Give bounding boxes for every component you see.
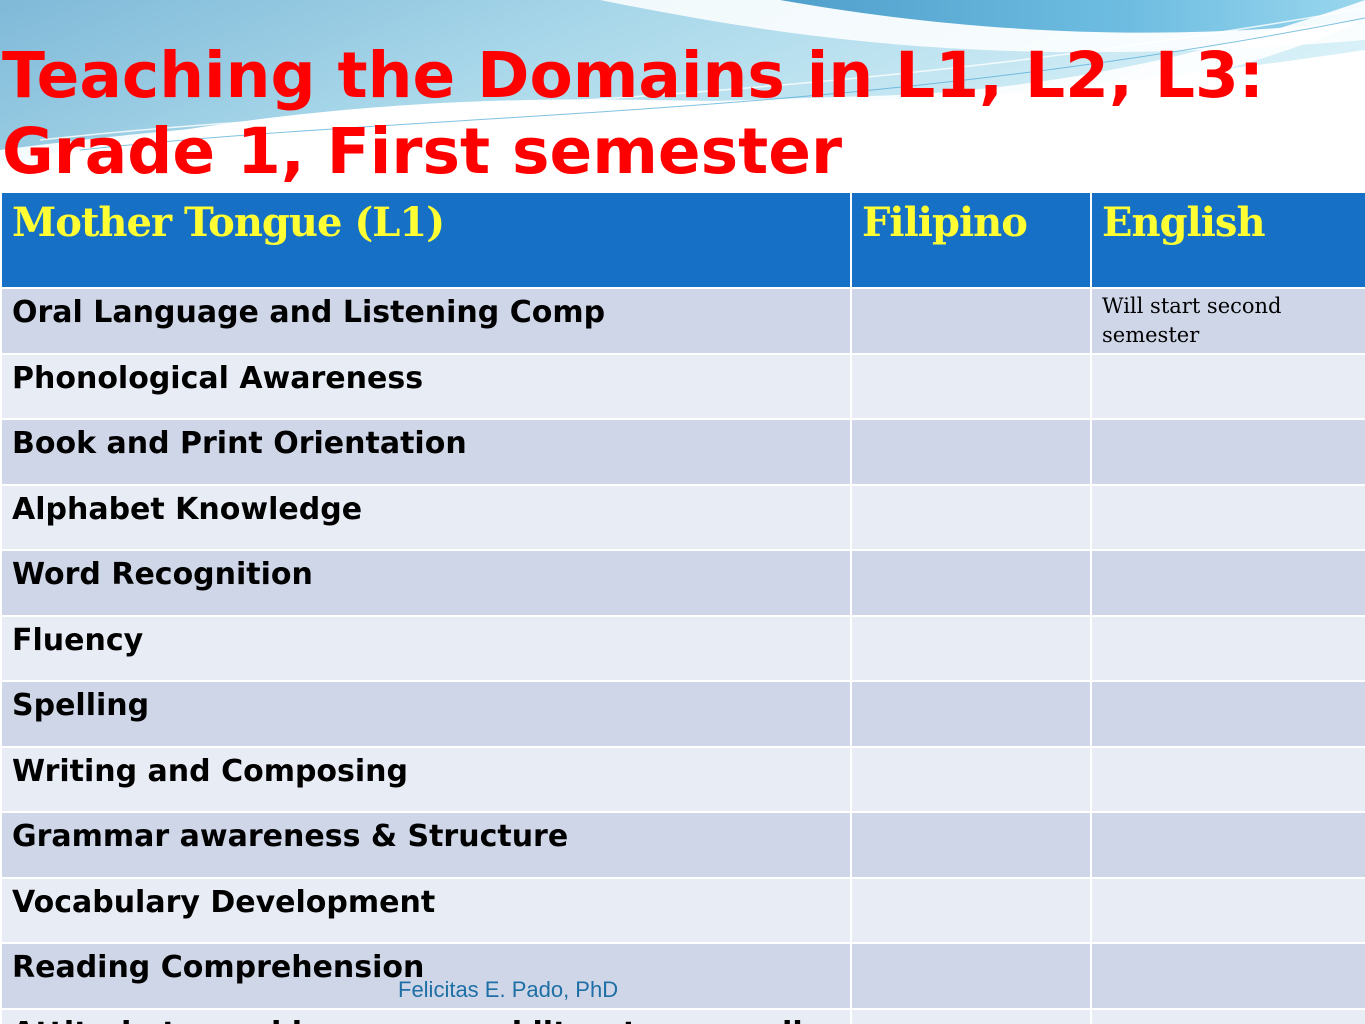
filipino-cell bbox=[850, 352, 1092, 420]
domain-cell: Writing and Composing bbox=[0, 745, 852, 813]
filipino-cell bbox=[850, 418, 1092, 486]
english-cell bbox=[1090, 680, 1365, 748]
table-row: Word Recognition bbox=[0, 549, 1365, 617]
filipino-cell bbox=[850, 811, 1092, 879]
filipino-cell bbox=[850, 876, 1092, 944]
header-mother-tongue: Mother Tongue (L1) bbox=[0, 191, 852, 289]
header-english: English bbox=[1090, 191, 1365, 289]
table-row: Reading Comprehension bbox=[0, 942, 1365, 1010]
table-row: Book and Print Orientation bbox=[0, 418, 1365, 486]
english-cell bbox=[1090, 418, 1365, 486]
english-cell bbox=[1090, 352, 1365, 420]
english-cell bbox=[1090, 483, 1365, 551]
slide-title: Teaching the Domains in L1, L2, L3: Grad… bbox=[2, 38, 1362, 190]
domain-cell: Grammar awareness & Structure bbox=[0, 811, 852, 879]
filipino-cell bbox=[850, 287, 1092, 355]
domain-cell: Vocabulary Development bbox=[0, 876, 852, 944]
footer-author: Felicitas E. Pado, PhD bbox=[398, 977, 619, 1002]
domains-table: Mother Tongue (L1) Filipino English Oral… bbox=[0, 191, 1365, 1024]
filipino-cell bbox=[850, 942, 1092, 1010]
english-cell bbox=[1090, 1007, 1365, 1024]
english-cell bbox=[1090, 549, 1365, 617]
filipino-cell bbox=[850, 1007, 1092, 1024]
domain-cell: Attitude toward language and literature,… bbox=[0, 1007, 852, 1024]
english-cell bbox=[1090, 876, 1365, 944]
header-filipino: Filipino bbox=[850, 191, 1092, 289]
filipino-cell bbox=[850, 680, 1092, 748]
filipino-cell bbox=[850, 483, 1092, 551]
filipino-cell bbox=[850, 549, 1092, 617]
title-line-1: Teaching the Domains in L1, L2, L3: bbox=[2, 39, 1264, 112]
domain-cell: Fluency bbox=[0, 614, 852, 682]
filipino-cell bbox=[850, 614, 1092, 682]
domain-cell: Word Recognition bbox=[0, 549, 852, 617]
english-cell bbox=[1090, 745, 1365, 813]
domain-cell: Phonological Awareness bbox=[0, 352, 852, 420]
table-row: Phonological Awareness bbox=[0, 352, 1365, 420]
table-row: Spelling bbox=[0, 680, 1365, 748]
english-cell bbox=[1090, 811, 1365, 879]
english-cell: Will start second semester bbox=[1090, 287, 1365, 355]
table-row: Fluency bbox=[0, 614, 1365, 682]
table-row: Alphabet Knowledge bbox=[0, 483, 1365, 551]
table-header-row: Mother Tongue (L1) Filipino English bbox=[0, 191, 1365, 289]
filipino-cell bbox=[850, 745, 1092, 813]
title-line-2: Grade 1, First semester bbox=[2, 115, 843, 188]
table-row: Writing and Composing bbox=[0, 745, 1365, 813]
domain-cell: Oral Language and Listening Comp bbox=[0, 287, 852, 355]
table-row: Grammar awareness & Structure bbox=[0, 811, 1365, 879]
english-cell bbox=[1090, 614, 1365, 682]
table-row: Attitude toward language and literature,… bbox=[0, 1007, 1365, 1024]
domain-cell: Spelling bbox=[0, 680, 852, 748]
domain-cell: Alphabet Knowledge bbox=[0, 483, 852, 551]
domain-cell: Book and Print Orientation bbox=[0, 418, 852, 486]
table-row: Vocabulary Development bbox=[0, 876, 1365, 944]
slide: Teaching the Domains in L1, L2, L3: Grad… bbox=[0, 0, 1365, 1024]
table-row: Oral Language and Listening Comp Will st… bbox=[0, 287, 1365, 355]
english-cell bbox=[1090, 942, 1365, 1010]
